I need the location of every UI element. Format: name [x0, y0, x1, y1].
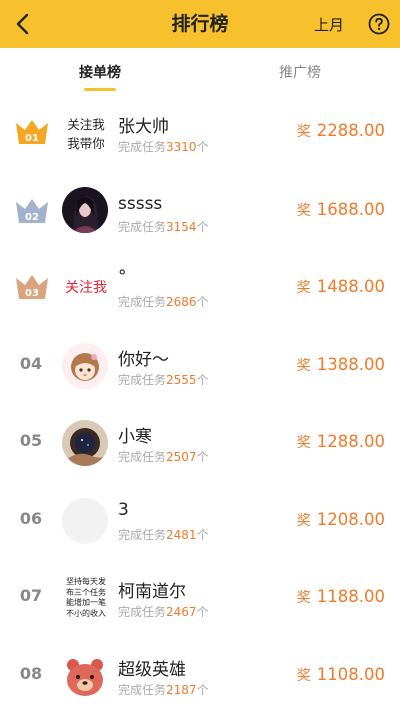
user-name: 超级英雄 [118, 659, 186, 680]
tasks-count: 3310 [166, 140, 197, 154]
month-filter-button[interactable]: 上月 [314, 0, 344, 48]
tasks-completed: 完成任务2467个 [118, 605, 209, 619]
avatar-text-line: 能增加一笔 [66, 598, 106, 607]
avatar [62, 342, 108, 389]
tasks-count: 2481 [166, 527, 197, 542]
avatar-text-line: 布三个任务 [66, 587, 106, 597]
tasks-completed: 完成任务2686个 [118, 295, 209, 309]
tab-promotion-leaderboard[interactable]: 推广榜 [240, 48, 360, 94]
reward-amount: 奖 2288.00 [296, 121, 385, 140]
reward-label: 奖 [296, 512, 311, 529]
tasks-completed: 完成任务2481个 [118, 527, 209, 542]
reward-amount: 奖 1488.00 [296, 277, 385, 296]
rank-number: 02 [25, 212, 39, 223]
reward-amount: 奖 1688.00 [296, 199, 385, 219]
rank-number: 07 [19, 586, 43, 605]
reward-amount: 奖 1388.00 [296, 354, 385, 374]
avatar-text-line: 不小的收入 [66, 608, 106, 618]
list-item[interactable]: 01 关注我 我带你 张大帅 完成任务3310个 奖 2288.00 [0, 94, 400, 172]
reward-amount: 奖 1108.00 [296, 664, 385, 684]
rank-number: 03 [25, 288, 39, 299]
tasks-count: 2507 [166, 450, 197, 464]
reward-label: 奖 [296, 357, 311, 374]
user-name: 小寒 [118, 427, 152, 447]
user-name: 3 [118, 499, 129, 520]
top-app-bar: 排行榜 上月 [0, 0, 400, 48]
reward-amount: 奖 1208.00 [296, 509, 385, 529]
list-item[interactable]: 07 坚持每天发 布三个任务 能增加一笔 不小的收入 柯南道尔 完成任务2467… [0, 559, 400, 637]
rank-number: 04 [19, 353, 43, 373]
tasks-count: 3154 [166, 219, 197, 234]
avatar-text-line: 坚持每天发 [66, 577, 106, 586]
list-item[interactable]: 05 小寒 完成任务2507个 奖 1288.00 [0, 404, 400, 482]
bronze-crown-icon: 03 [16, 275, 48, 299]
tasks-count: 2187 [166, 682, 197, 697]
reward-label: 奖 [296, 202, 311, 219]
reward-label: 奖 [296, 280, 311, 296]
user-name: 张大帅 [118, 117, 169, 137]
tasks-count: 2467 [166, 605, 197, 619]
rank-number: 08 [19, 663, 43, 683]
tasks-completed: 完成任务2555个 [118, 372, 209, 387]
user-name: 柯南道尔 [118, 582, 186, 602]
user-name: 你好～ [118, 349, 169, 370]
list-item[interactable]: 02 sssss 完成任务3154个 奖 1688.00 [0, 172, 400, 250]
tasks-completed: 完成任务3310个 [118, 140, 209, 154]
tasks-completed: 完成任务2507个 [118, 450, 209, 464]
user-name: sssss [118, 193, 163, 214]
list-item[interactable]: 03 关注我 ° 完成任务2686个 奖 1488.00 [0, 249, 400, 327]
avatar-text: 坚持每天发 布三个任务 能增加一笔 不小的收入 [58, 577, 114, 619]
reward-amount: 奖 1288.00 [296, 432, 385, 451]
reward-label: 奖 [296, 667, 311, 684]
rank-number: 01 [25, 133, 39, 144]
tasks-count: 2555 [166, 372, 197, 387]
reward-label: 奖 [296, 590, 311, 606]
reward-amount: 奖 1188.00 [296, 587, 385, 606]
list-item[interactable]: 08 超级英雄 完成任务2187个 奖 1108.00 [0, 637, 400, 709]
avatar-text-line: 我带你 [67, 136, 105, 151]
avatar [62, 186, 108, 233]
avatar-text: 关注我 我带你 [60, 115, 112, 153]
ranking-list: 01 关注我 我带你 张大帅 完成任务3310个 奖 2288.00 02 sss… [0, 94, 400, 709]
avatar [62, 497, 108, 544]
rank-number: 06 [19, 508, 43, 528]
silver-crown-icon: 02 [16, 198, 48, 223]
tasks-completed: 完成任务2187个 [118, 682, 209, 697]
rank-number: 05 [19, 431, 43, 450]
reward-label: 奖 [296, 124, 311, 140]
help-icon[interactable] [368, 13, 390, 35]
avatar [62, 652, 108, 699]
list-item[interactable]: 04 你好～ 完成任务2555个 奖 1388.00 [0, 327, 400, 405]
avatar-text-line: 关注我 [67, 117, 105, 132]
gold-crown-icon: 01 [16, 120, 48, 144]
reward-label: 奖 [296, 435, 311, 451]
avatar-text-line: 关注我 [65, 280, 107, 296]
list-item[interactable]: 06 3 完成任务2481个 奖 1208.00 [0, 482, 400, 560]
leaderboard-tabs: 接单榜 推广榜 [0, 48, 400, 94]
active-tab-indicator [84, 88, 116, 91]
tasks-completed: 完成任务3154个 [118, 219, 209, 234]
back-arrow-icon[interactable] [10, 10, 38, 38]
avatar-text: 关注我 [60, 279, 112, 298]
tasks-count: 2686 [166, 295, 197, 309]
user-name: ° [118, 267, 127, 287]
avatar [62, 420, 108, 466]
